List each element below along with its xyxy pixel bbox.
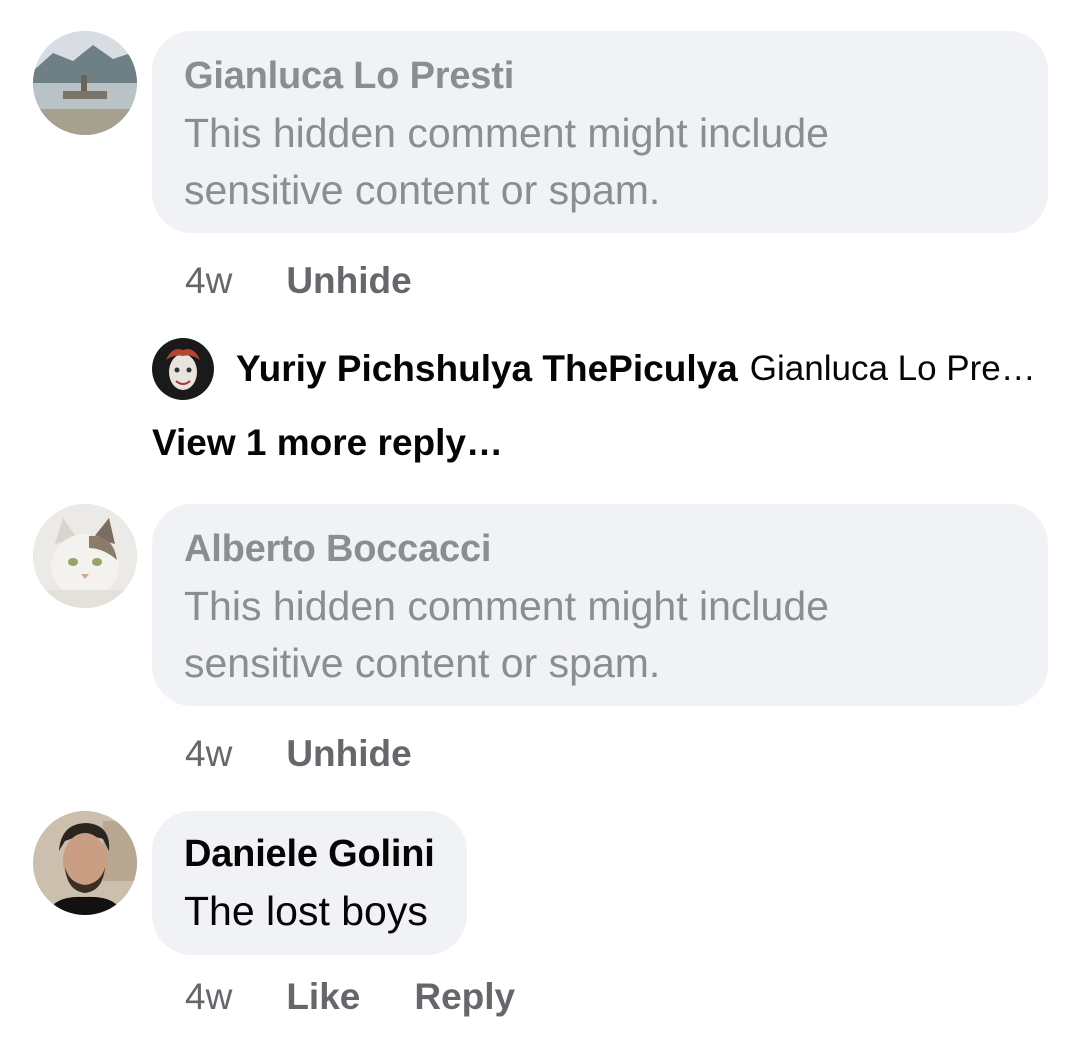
avatar[interactable] [33,504,137,608]
comment-text: The lost boys [184,888,428,934]
comment-author[interactable]: Alberto Boccacci [184,526,1016,572]
comment-author[interactable]: Daniele Golini [184,831,435,877]
comment-time[interactable]: 4w [185,733,232,775]
comment-text: This hidden comment might include sensit… [184,578,1016,692]
comment-author[interactable]: Gianluca Lo Presti [184,53,1016,99]
comment-actions: 4w Unhide [185,729,466,779]
comment-actions: 4w Unhide [185,256,466,306]
comment-time[interactable]: 4w [185,976,232,1018]
like-button[interactable]: Like [286,976,360,1018]
avatar-image-person [33,811,137,915]
comment-bubble: Alberto Boccacci This hidden comment mig… [152,504,1048,706]
reply-author[interactable]: Yuriy Pichshulya ThePiculya [236,348,738,390]
unhide-button[interactable]: Unhide [286,260,411,302]
avatar-image-clown [152,338,214,400]
reply-avatar[interactable] [152,338,214,400]
reply-preview[interactable]: Yuriy Pichshulya ThePiculya Gianluca Lo … [152,337,1036,401]
comment-text-line: This hidden comment might include [184,583,829,629]
avatar-image-lake [33,31,137,135]
comment-bubble: Daniele Golini The lost boys [152,811,467,955]
avatar-image-cat [33,504,137,608]
comment-actions: 4w Like Reply [185,972,569,1022]
reply-button[interactable]: Reply [414,976,515,1018]
comment-bubble: Gianluca Lo Presti This hidden comment m… [152,31,1048,233]
comment-text-line: sensitive content or spam. [184,640,661,686]
comment-time[interactable]: 4w [185,260,232,302]
comment-text-line: sensitive content or spam. [184,167,661,213]
comment-text-line: This hidden comment might include [184,110,829,156]
comment-text: This hidden comment might include sensit… [184,105,1016,219]
unhide-button[interactable]: Unhide [286,733,411,775]
avatar[interactable] [33,31,137,135]
reply-snippet: Gianluca Lo Pre… [749,349,1036,388]
avatar[interactable] [33,811,137,915]
view-more-replies-link[interactable]: View 1 more reply… [152,422,503,464]
